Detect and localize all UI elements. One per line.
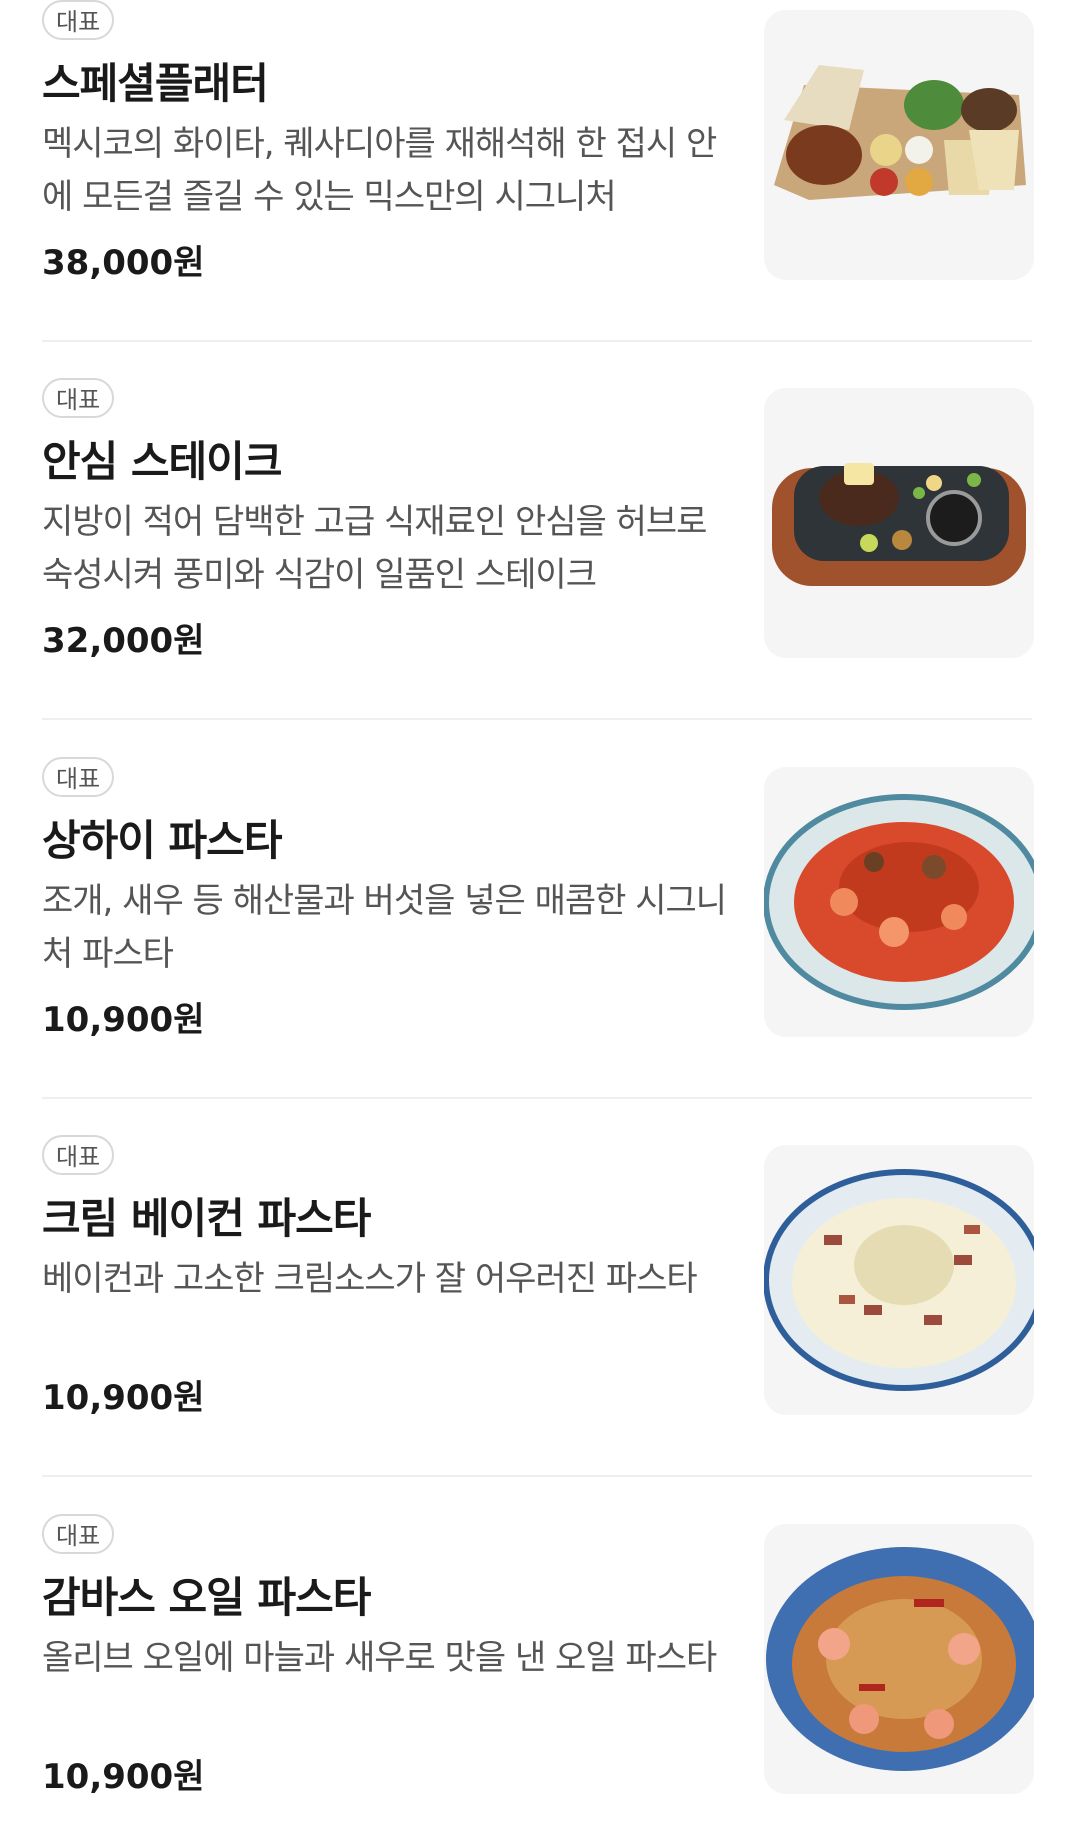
cream-bacon-pasta-photo-icon <box>764 1145 1034 1415</box>
menu-item-description: 조개, 새우 등 해산물과 버섯을 넣은 매콤한 시그니처 파스타 <box>42 881 727 974</box>
menu-item-description: 올리브 오일에 마늘과 새우로 맛을 낸 오일 파스타 <box>42 1638 717 1678</box>
item-divider <box>42 1475 1032 1477</box>
menu-item-name: 크림 베이컨 파스타 <box>42 1194 371 1243</box>
menu-item-name: 상하이 파스타 <box>42 816 282 865</box>
menu-item-description: 베이컨과 고소한 크림소스가 잘 어우러진 파스타 <box>42 1259 698 1299</box>
item-divider <box>42 718 1032 720</box>
signature-badge: 대표 <box>42 1514 115 1554</box>
menu-item-description: 지방이 적어 담백한 고급 식재료인 안심을 허브로 숙성시켜 풍미와 식감이 … <box>42 502 707 595</box>
menu-item-special-platter[interactable]: 대표 스페셜플래터 멕시코의 화이타, 퀘사디아를 재해석해 한 접시 안에 모… <box>42 0 1034 342</box>
menu-list: 대표 스페셜플래터 멕시코의 화이타, 퀘사디아를 재해석해 한 접시 안에 모… <box>0 0 1080 1825</box>
item-divider <box>42 1097 1032 1099</box>
signature-badge: 대표 <box>42 378 115 418</box>
menu-item-cream-bacon-pasta[interactable]: 대표 크림 베이컨 파스타 베이컨과 고소한 크림소스가 잘 어우러진 파스타 … <box>42 1135 1034 1477</box>
gambas-oil-pasta-photo-icon <box>764 1524 1034 1794</box>
menu-item-name: 스페셜플래터 <box>42 59 269 108</box>
menu-item-price: 10,900원 <box>42 1000 205 1040</box>
menu-item-price: 10,900원 <box>42 1378 205 1418</box>
menu-item-price: 32,000원 <box>42 621 205 661</box>
item-divider <box>42 340 1032 342</box>
menu-item-name: 감바스 오일 파스타 <box>42 1573 371 1622</box>
menu-item-price: 38,000원 <box>42 243 205 283</box>
menu-item-gambas-oil-pasta[interactable]: 대표 감바스 오일 파스타 올리브 오일에 마늘과 새우로 맛을 낸 오일 파스… <box>42 1514 1034 1797</box>
menu-item-tenderloin-steak[interactable]: 대표 안심 스테이크 지방이 적어 담백한 고급 식재료인 안심을 허브로 숙성… <box>42 378 1034 720</box>
platter-photo-icon <box>764 10 1034 280</box>
menu-item-name: 안심 스테이크 <box>42 437 282 486</box>
signature-badge: 대표 <box>42 0 115 40</box>
shanghai-pasta-photo-icon <box>764 767 1034 1037</box>
signature-badge: 대표 <box>42 1135 115 1175</box>
menu-item-price: 10,900원 <box>42 1757 205 1797</box>
menu-item-shanghai-pasta[interactable]: 대표 상하이 파스타 조개, 새우 등 해산물과 버섯을 넣은 매콤한 시그니처… <box>42 757 1034 1099</box>
signature-badge: 대표 <box>42 757 115 797</box>
menu-item-description: 멕시코의 화이타, 퀘사디아를 재해석해 한 접시 안에 모든걸 즐길 수 있는… <box>42 124 717 217</box>
steak-photo-icon <box>764 388 1034 658</box>
